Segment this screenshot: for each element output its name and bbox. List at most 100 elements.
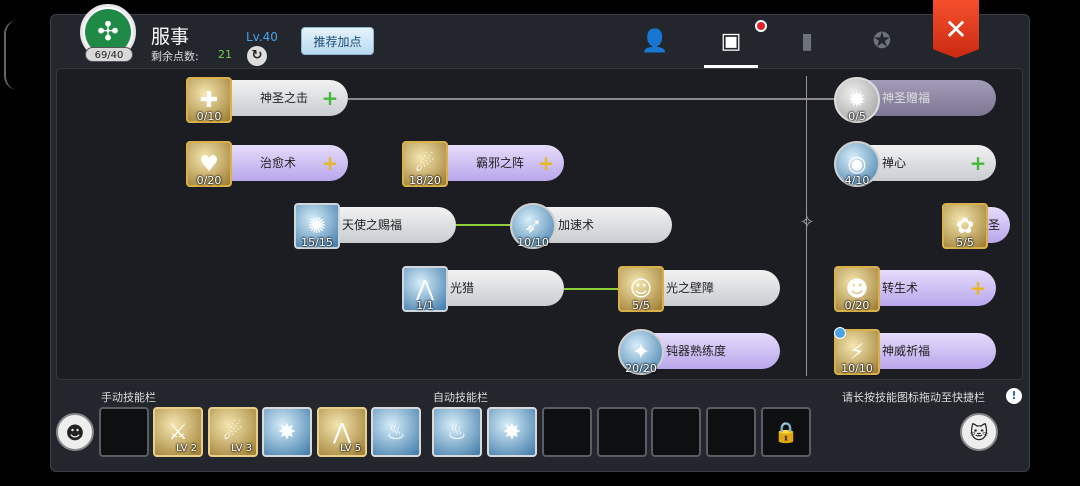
- add-point-icon[interactable]: +: [968, 278, 988, 298]
- auto-skill-bar-label: 自动技能栏: [433, 391, 488, 404]
- add-point-icon[interactable]: +: [320, 88, 340, 108]
- manual-slot[interactable]: ☄ LV 3: [208, 407, 258, 457]
- manual-slot[interactable]: ✸: [262, 407, 312, 457]
- auto-slot-empty[interactable]: [651, 407, 701, 457]
- manual-slot[interactable]: ♨: [371, 407, 421, 457]
- slot-level: LV 5: [340, 443, 361, 454]
- skill-count: 5/5: [632, 299, 650, 312]
- skill-label: 神威祈福: [882, 344, 931, 358]
- skill-label: 加速术: [558, 218, 595, 232]
- skill-label: 神圣赠福: [882, 91, 931, 105]
- rebirth-icon[interactable]: ☻ 0/20: [834, 266, 880, 312]
- edge-arc: [4, 20, 18, 90]
- icon-glyph: ✹: [847, 87, 867, 113]
- manual-skill-bar-label: 手动技能栏: [101, 391, 156, 404]
- pet-avatar-icon[interactable]: 🐱: [960, 413, 998, 451]
- skill-label: 天使之赐福: [342, 218, 403, 232]
- icon-glyph: ✚: [199, 87, 219, 113]
- job-title: 服事: [151, 26, 190, 48]
- divine-prayer-icon[interactable]: ⚡ 10/10: [834, 327, 880, 375]
- add-point-icon[interactable]: +: [968, 153, 988, 173]
- lock-icon: 🔒: [773, 420, 799, 444]
- skill-label: 禅心: [882, 156, 907, 170]
- skill-label: 光猎: [450, 281, 475, 295]
- refresh-icon[interactable]: ↻: [247, 46, 267, 66]
- skill-label: 神圣之击: [260, 91, 309, 105]
- auto-slot-empty[interactable]: [597, 407, 647, 457]
- drag-hint: 请长按技能图标拖动至快捷栏: [842, 391, 985, 404]
- divider-ornament-icon: ✧: [799, 212, 815, 233]
- slot-skill-icon: ♨: [386, 419, 406, 445]
- skill-count: 15/15: [301, 236, 333, 249]
- info-icon[interactable]: !: [1006, 388, 1022, 404]
- manual-slot[interactable]: ⋀ LV 5: [317, 407, 367, 457]
- light-barrier-icon[interactable]: ☺ 5/5: [618, 266, 664, 312]
- icon-glyph: ✦: [631, 339, 651, 365]
- skill-count: 5/5: [956, 236, 974, 249]
- slot-skill-icon: ⚔: [168, 419, 188, 445]
- icon-glyph: ⚡: [849, 339, 865, 365]
- skill-count: 0/20: [196, 174, 222, 187]
- skill-label: 治愈术: [260, 156, 297, 170]
- skill-label: 圣: [988, 218, 1001, 232]
- icon-glyph: ✿: [955, 213, 975, 239]
- tab-book-icon[interactable]: ▮: [791, 26, 823, 58]
- close-icon[interactable]: ✕: [933, 0, 979, 58]
- auto-slot[interactable]: ✸: [487, 407, 537, 457]
- skill-count: 18/20: [409, 174, 441, 187]
- level-label: Lv.40: [246, 30, 278, 44]
- icon-glyph: ◉: [847, 151, 867, 177]
- light-hunt-icon[interactable]: ⋀ 1/1: [402, 266, 448, 312]
- icon-glyph: ➶: [523, 213, 543, 239]
- manual-slot-empty[interactable]: [99, 407, 149, 457]
- info-badge: [834, 327, 846, 339]
- zen-mind-icon[interactable]: ◉ 4/10: [834, 141, 880, 187]
- auto-slot[interactable]: ♨: [432, 407, 482, 457]
- slot-skill-icon: ☄: [223, 419, 243, 445]
- skill-label: 霸邪之阵: [476, 156, 525, 170]
- skill-count: 10/10: [841, 362, 873, 375]
- remaining-points-label: 剩余点数:: [151, 50, 199, 63]
- emblem-count: 69/40: [85, 47, 133, 62]
- skill-count: 10/10: [517, 236, 549, 249]
- add-point-icon[interactable]: +: [320, 153, 340, 173]
- heal-icon[interactable]: ♥ 0/20: [186, 141, 232, 187]
- skill-label: 光之壁障: [666, 281, 715, 295]
- left-edge: [0, 0, 50, 486]
- skill-count: 0/10: [196, 110, 222, 123]
- slot-skill-icon: ✸: [502, 419, 522, 445]
- icon-glyph: ⋀: [415, 276, 435, 302]
- holy-strike-icon[interactable]: ✚ 0/10: [186, 77, 232, 123]
- angel-blessing-icon[interactable]: ✺ 15/15: [294, 203, 340, 249]
- auto-slot-empty[interactable]: [706, 407, 756, 457]
- manual-slot[interactable]: ⚔ LV 2: [153, 407, 203, 457]
- slot-level: LV 2: [176, 443, 197, 454]
- connector-line: [564, 288, 620, 290]
- skill-count: 1/1: [416, 299, 434, 312]
- skill-count: 20/20: [625, 362, 657, 375]
- slot-skill-icon: ⋀: [332, 419, 352, 445]
- blunt-mastery-icon[interactable]: ✦ 20/20: [618, 329, 664, 375]
- icon-glyph: ☄: [415, 151, 435, 177]
- evil-array-icon[interactable]: ☄ 18/20: [402, 141, 448, 187]
- slot-skill-icon: ♨: [447, 419, 467, 445]
- recommend-button[interactable]: 推荐加点: [301, 27, 374, 55]
- slot-skill-icon: ✸: [277, 419, 297, 445]
- left-avatar-icon[interactable]: ☻: [56, 413, 94, 451]
- tab-character-icon[interactable]: 👤: [639, 26, 671, 58]
- icon-glyph: ☺: [629, 276, 653, 302]
- saint-icon[interactable]: ✿ 5/5: [942, 203, 988, 249]
- connector-line: [456, 224, 512, 226]
- remaining-points-value: 21: [218, 48, 232, 61]
- add-point-icon[interactable]: +: [536, 153, 556, 173]
- skill-label: 转生术: [882, 281, 919, 295]
- connector-line: [348, 98, 836, 100]
- locked-slot[interactable]: 🔒: [761, 407, 811, 457]
- tab-skill-book-icon[interactable]: ▣: [715, 26, 747, 58]
- auto-slot-empty[interactable]: [542, 407, 592, 457]
- haste-icon[interactable]: ➶ 10/10: [510, 203, 556, 249]
- icon-glyph: ✺: [307, 213, 327, 239]
- icon-glyph: ☻: [845, 276, 869, 302]
- tab-guild-crest-icon[interactable]: ✪: [866, 26, 898, 58]
- holy-gift-icon[interactable]: ✹ 0/5: [834, 77, 880, 123]
